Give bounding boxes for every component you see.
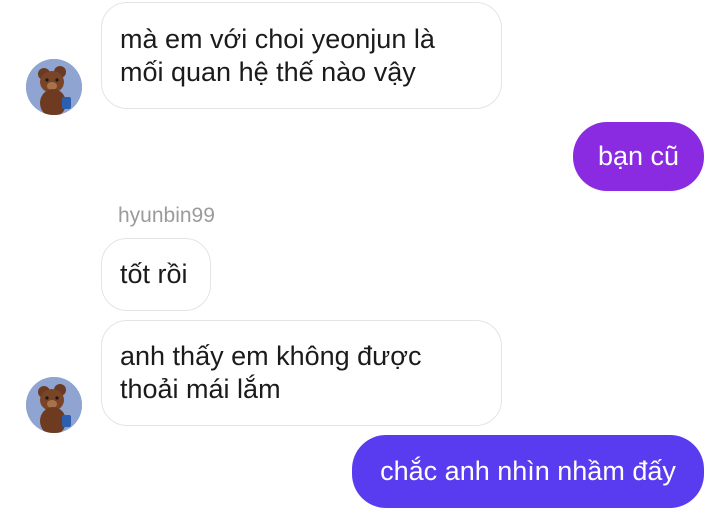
avatar[interactable] <box>26 59 82 115</box>
sender-name: hyunbin99 <box>118 204 215 227</box>
message-text-line: thoải mái lắm <box>120 374 281 404</box>
teddy-bear-icon <box>26 377 82 433</box>
message-text-line: anh thấy em không được <box>120 341 422 371</box>
message-text-line: mà em với choi yeonjun là <box>120 23 435 54</box>
message-text: chắc anh nhìn nhầm đấy <box>380 456 676 486</box>
message-text-line: mối quan hệ thế nào vậy <box>120 56 416 87</box>
incoming-message-bubble[interactable]: anh thấy em không được thoải mái lắm <box>101 320 502 426</box>
message-text: bạn cũ <box>597 141 680 171</box>
teddy-bear-icon <box>26 59 82 115</box>
incoming-message-bubble[interactable]: tốt rồi <box>101 238 211 311</box>
avatar[interactable] <box>26 377 82 433</box>
message-text-line: tốt rồi <box>120 259 188 289</box>
outgoing-message-bubble[interactable]: bạn cũ <box>573 122 704 191</box>
outgoing-message-bubble[interactable]: chắc anh nhìn nhầm đấy <box>352 435 704 508</box>
incoming-message-bubble[interactable]: mà em với choi yeonjun là mối quan hệ th… <box>101 2 502 109</box>
